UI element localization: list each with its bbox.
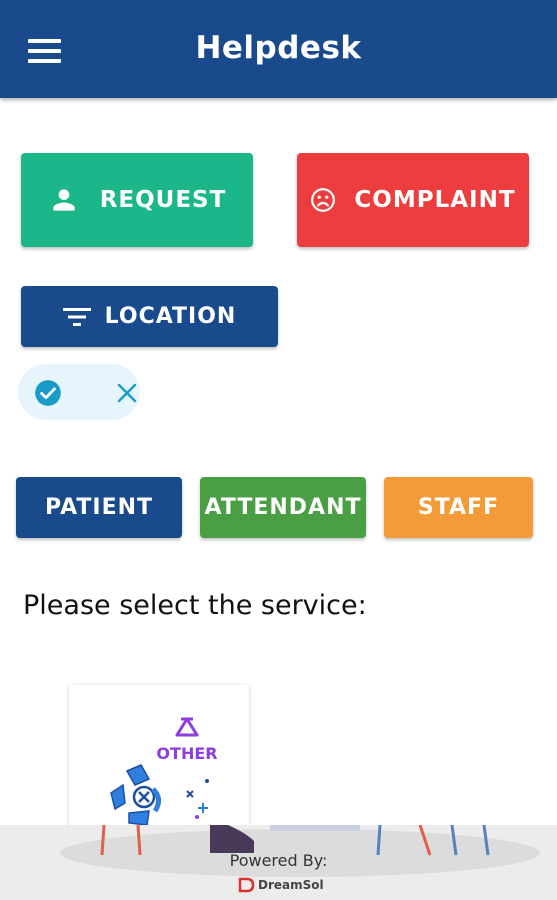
brand-logo: DreamSol [238,877,324,893]
dreamsol-logo-icon [238,877,255,893]
close-icon[interactable] [116,382,138,404]
check-circle-icon[interactable] [34,379,62,407]
page-title: Helpdesk [195,30,362,66]
location-label: LOCATION [104,304,237,329]
request-label: REQUEST [99,187,227,213]
request-button[interactable]: REQUEST [21,153,253,247]
complaint-button[interactable]: COMPLAINT [297,153,529,247]
staff-button[interactable]: STAFF [384,477,533,538]
patient-button[interactable]: PATIENT [16,477,182,538]
filter-icon [62,306,91,328]
service-prompt: Please select the service: [23,590,367,621]
location-filter-button[interactable]: LOCATION [21,286,278,347]
attendant-button[interactable]: ATTENDANT [200,477,366,538]
person-icon [48,184,80,216]
location-chip [18,364,140,420]
powered-by-text: Powered By: [229,851,328,870]
app-bar: Helpdesk [0,0,557,98]
other-service-label: OTHER [156,744,217,763]
complaint-label: COMPLAINT [354,187,516,213]
sad-face-icon [310,187,336,213]
footer: Powered By: DreamSol [0,825,557,900]
brand-name: DreamSol [258,878,324,892]
